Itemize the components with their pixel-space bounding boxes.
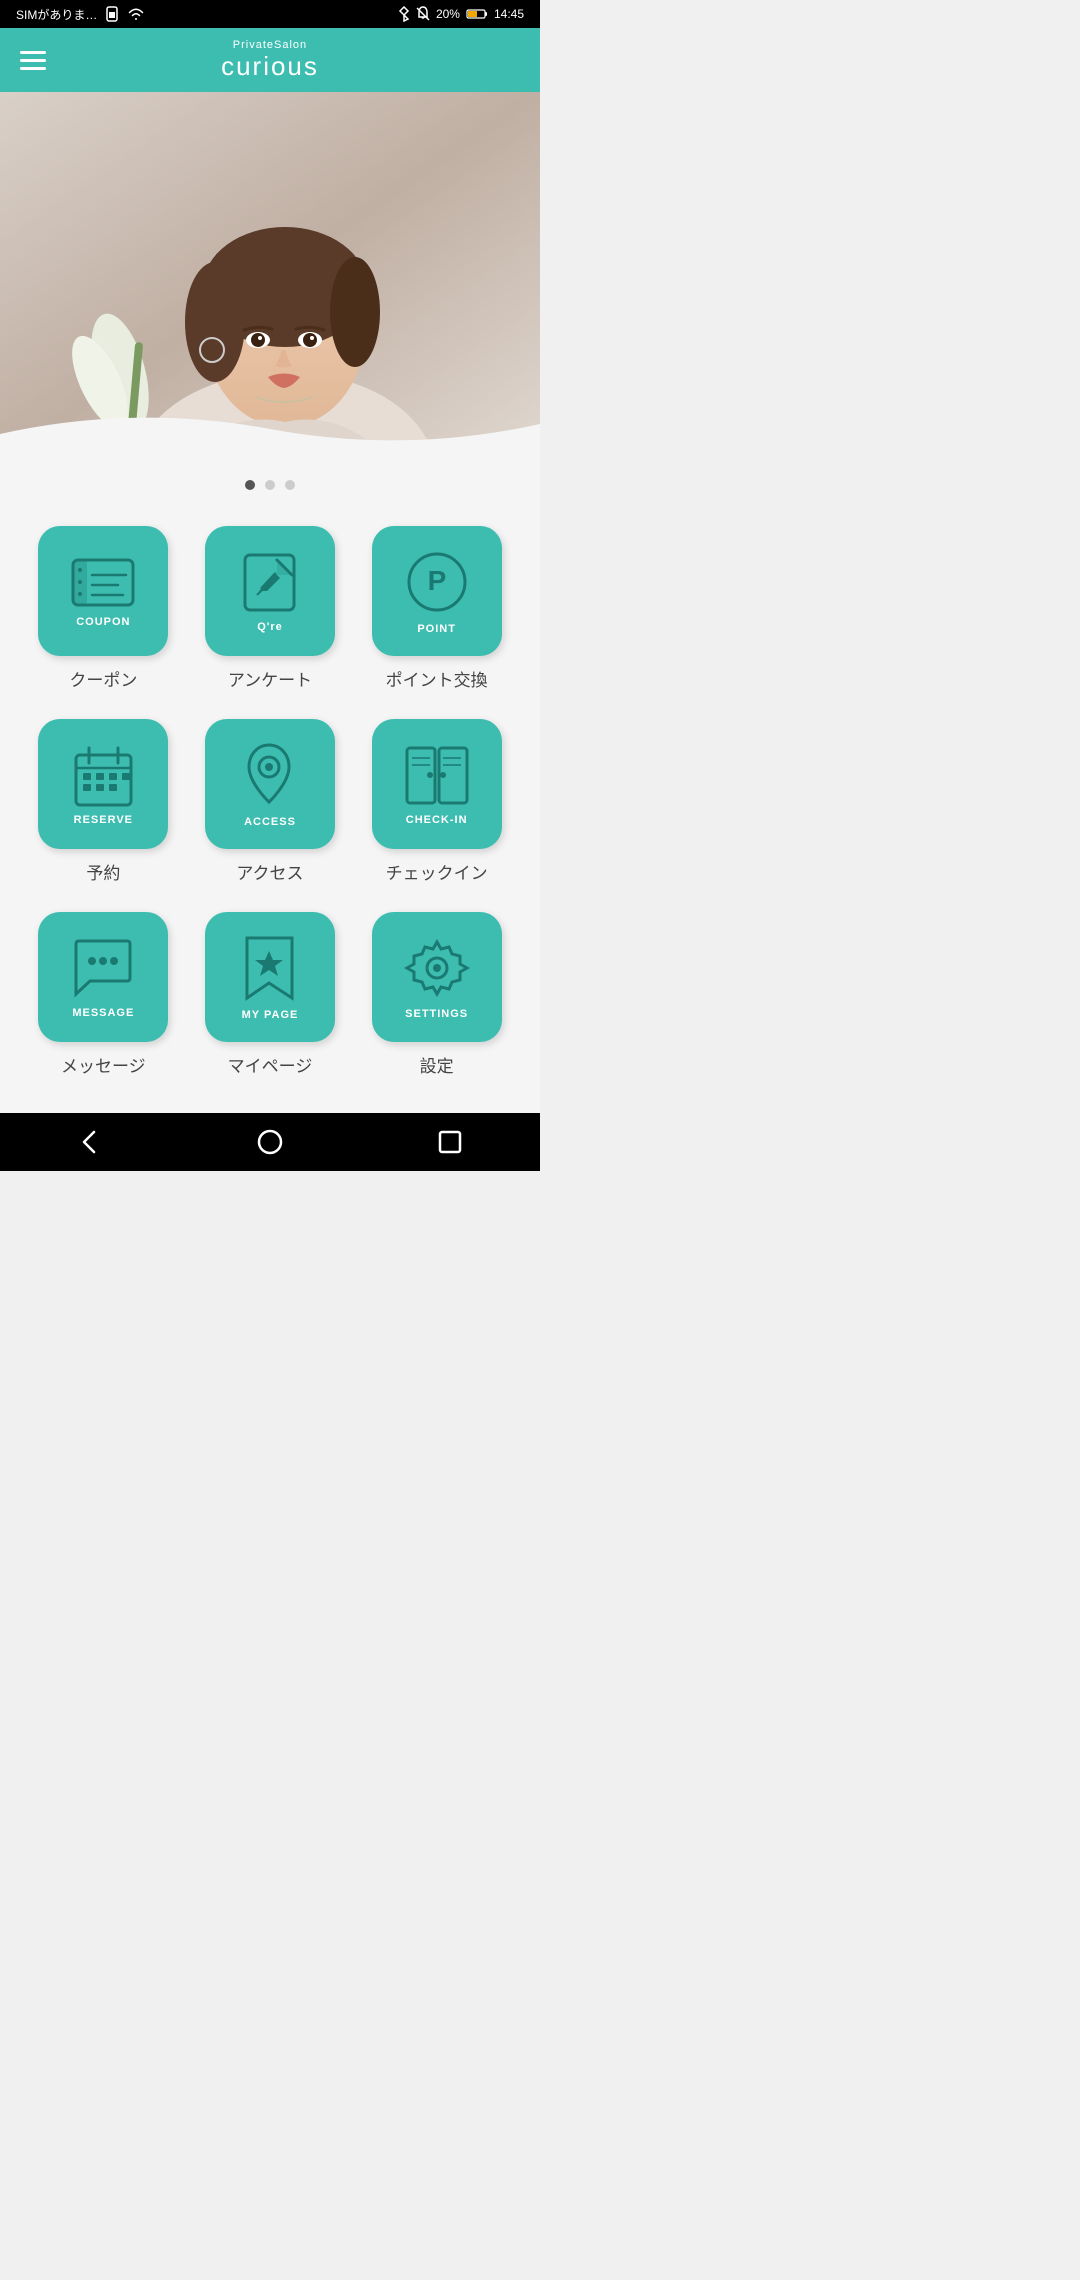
hero-banner [0,92,540,462]
reserve-label-jp: 予約 [86,859,120,884]
menu-grid: COUPON クーポン Q're アンケート P POINT ポ [0,504,540,1113]
point-icon-box: P POINT [372,526,502,656]
checkin-label-jp: チェックイン [386,859,488,884]
access-label-en: ACCESS [244,816,296,828]
questionnaire-label-jp: アンケート [228,666,312,691]
message-icon-box: MESSAGE [38,912,168,1042]
status-bar: SIMがありま… 20% 14:45 [0,0,540,28]
reserve-label-en: RESERVE [74,814,133,826]
mypage-label-en: MY PAGE [242,1009,299,1021]
bell-mute-icon [416,6,430,22]
wifi-icon [127,7,145,21]
back-icon [76,1128,104,1156]
home-button[interactable] [240,1122,300,1162]
menu-item-coupon[interactable]: COUPON クーポン [20,514,187,707]
sim-icon [105,6,119,22]
access-label-jp: アクセス [236,859,303,884]
questionnaire-icon [237,550,302,615]
menu-item-reserve[interactable]: RESERVE 予約 [20,707,187,900]
point-label-en: POINT [417,623,456,635]
menu-item-questionnaire[interactable]: Q're アンケート [187,514,354,707]
back-button[interactable] [60,1122,120,1162]
header-subtitle: PrivateSalon [221,39,319,51]
checkin-icon [402,743,472,808]
message-label-jp: メッセージ [61,1052,146,1077]
menu-item-point[interactable]: P POINT ポイント交換 [353,514,520,707]
time-text: 14:45 [494,7,524,21]
settings-icon [403,934,471,1002]
mypage-icon [237,933,302,1003]
menu-item-settings[interactable]: SETTINGS 設定 [353,900,520,1093]
reserve-icon [71,743,136,808]
settings-label-jp: 設定 [420,1052,454,1077]
message-icon [68,936,138,1001]
battery-icon [466,8,488,20]
hero-wave [0,404,540,462]
message-label-en: MESSAGE [72,1007,134,1019]
coupon-icon [68,555,138,610]
status-right: 20% 14:45 [398,6,524,22]
battery-text: 20% [436,7,460,21]
app-header: PrivateSalon curious [0,28,540,92]
carousel-dots [0,462,540,504]
reserve-icon-box: RESERVE [38,719,168,849]
questionnaire-label-en: Q're [257,621,283,633]
access-icon-box: ACCESS [205,719,335,849]
mypage-icon-box: MY PAGE [205,912,335,1042]
settings-label-en: SETTINGS [405,1008,468,1020]
carousel-dot-2[interactable] [265,480,275,490]
hamburger-menu[interactable] [20,51,46,70]
carousel-dot-1[interactable] [245,480,255,490]
status-left: SIMがありま… [16,6,145,23]
app-logo: PrivateSalon curious [221,39,319,82]
recent-apps-icon [437,1129,463,1155]
coupon-label-en: COUPON [76,616,130,628]
point-icon: P [402,547,472,617]
checkin-label-en: CHECK-IN [406,814,468,826]
settings-icon-box: SETTINGS [372,912,502,1042]
menu-item-checkin[interactable]: CHECK-IN チェックイン [353,707,520,900]
header-title: curious [221,51,319,82]
coupon-label-jp: クーポン [69,666,137,691]
bluetooth-icon [398,6,410,22]
coupon-icon-box: COUPON [38,526,168,656]
access-icon [237,740,302,810]
menu-item-mypage[interactable]: MY PAGE マイページ [187,900,354,1093]
point-label-jp: ポイント交換 [386,666,488,691]
menu-item-message[interactable]: MESSAGE メッセージ [20,900,187,1093]
recent-apps-button[interactable] [420,1122,480,1162]
carousel-dot-3[interactable] [285,480,295,490]
checkin-icon-box: CHECK-IN [372,719,502,849]
mypage-label-jp: マイページ [228,1052,313,1077]
carrier-text: SIMがありま… [16,6,97,23]
questionnaire-icon-box: Q're [205,526,335,656]
bottom-navigation [0,1113,540,1171]
home-icon [256,1128,284,1156]
svg-text:P: P [427,565,446,596]
menu-item-access[interactable]: ACCESS アクセス [187,707,354,900]
